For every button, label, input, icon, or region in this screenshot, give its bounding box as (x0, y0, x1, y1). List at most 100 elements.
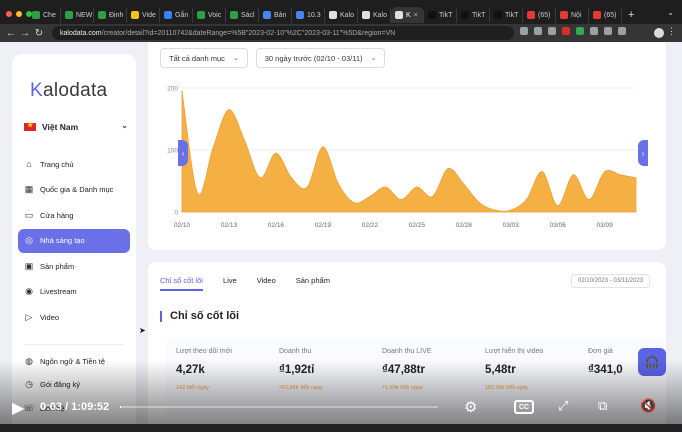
store-icon: ▦ (24, 184, 34, 194)
browser-tab[interactable]: K × (391, 7, 424, 23)
x-tick-label: 02/25 (409, 222, 426, 229)
browser-tab[interactable]: TikT (424, 7, 457, 23)
browser-tab[interactable]: Che (28, 7, 61, 23)
browser-toolbar: ← → ↻ kalodata.com/creator/detail?id=201… (0, 24, 682, 42)
browser-tab-label: Sácl (241, 11, 255, 19)
tab-favicon-icon (494, 11, 502, 19)
browser-tab-label: Bản (274, 11, 287, 19)
sidebar-item-label: Livestream (40, 287, 77, 296)
mute-volume-icon[interactable]: 🔇 (640, 398, 656, 414)
extension-red-icon[interactable] (562, 27, 570, 35)
data-point (228, 109, 230, 111)
captions-icon[interactable]: CC (514, 400, 534, 414)
sidebar-item[interactable]: ◎ Nhà sáng tạo (18, 228, 130, 253)
browser-tab-label: Che (43, 11, 56, 19)
sidebar-item-label: Nhà sáng tạo (40, 236, 85, 245)
browser-tab-label: Vide (142, 11, 156, 19)
browser-tab[interactable]: Định (94, 7, 127, 23)
x-tick-label: 02/10 (174, 222, 191, 229)
metrics-date-range[interactable]: 02/10/2023 - 03/11/2023 (571, 274, 650, 288)
browser-tab[interactable]: Nội (556, 7, 589, 23)
metrics-tab[interactable]: Chỉ số cốt lõi (160, 276, 203, 291)
shop-icon: ▭ (24, 209, 34, 220)
kalodata-logo[interactable]: Kalodata (30, 80, 107, 102)
data-point (557, 205, 559, 207)
date-range-dropdown[interactable]: 30 ngày trước (02/10 - 03/11) ⌄ (255, 48, 386, 68)
metrics-tab[interactable]: Live (223, 276, 237, 291)
tab-favicon-icon (263, 11, 271, 19)
close-tab-icon[interactable]: × (414, 12, 418, 19)
browser-tab[interactable]: Vide (127, 7, 160, 23)
x-tick-label: 02/22 (362, 222, 379, 229)
sidebar-divider (24, 344, 124, 345)
sidebar-item-label: Cửa hàng (40, 210, 74, 220)
extensions-puzzle-icon[interactable] (590, 27, 598, 35)
browser-tab[interactable]: Voic (193, 7, 226, 23)
metrics-tab[interactable]: Sản phẩm (296, 276, 330, 291)
fullscreen-expand-icon[interactable]: ⤢ (558, 398, 568, 414)
section-title: Chỉ số cốt lõi (160, 310, 239, 322)
play-icon[interactable]: ▶ (12, 398, 24, 418)
browser-tab-label: TikT (439, 11, 453, 19)
trend-chart-card: Tất cả danh mục ⌄ 30 ngày trước (02/10 -… (148, 42, 666, 250)
browser-tab-label: (65) (604, 11, 617, 19)
browser-tab[interactable]: Sácl (226, 7, 259, 23)
video-icon: ▷ (25, 311, 33, 322)
sidebar-item[interactable]: ▭ Cửa hàng (18, 203, 130, 227)
browser-tab-label: Định (109, 11, 124, 19)
bookmark-star-icon[interactable] (548, 27, 556, 35)
browser-tab[interactable]: TikT (457, 7, 490, 23)
metric-label: Lượt hiển thị video (485, 348, 544, 355)
reading-list-icon[interactable] (604, 27, 612, 35)
sidebar-item[interactable]: ▣ Sản phẩm (18, 254, 130, 278)
browser-tab[interactable]: 10.3 (292, 7, 325, 23)
side-panel-icon[interactable] (618, 27, 626, 35)
new-tab-icon[interactable]: + (628, 9, 634, 21)
data-point (322, 146, 324, 148)
data-point (369, 195, 371, 198)
browser-menu-icon[interactable]: ⋮ (667, 26, 676, 37)
data-point (604, 171, 606, 173)
browser-tab[interactable]: Kalo (358, 7, 391, 23)
data-point (525, 199, 528, 201)
browser-tab-label: Kalo (340, 11, 355, 19)
section-title-text: Chỉ số cốt lõi (170, 310, 240, 322)
address-bar[interactable]: kalodata.com/creator/detail?id=20110742&… (52, 26, 514, 40)
sidebar-item-label: Video (40, 312, 60, 322)
browser-tab[interactable]: Kalo (325, 7, 358, 23)
browser-tab[interactable]: (65) (589, 7, 622, 23)
data-point (463, 183, 465, 185)
chevron-down-icon: ⌄ (232, 55, 239, 62)
browser-tab-label: (65) (538, 11, 551, 19)
player-progress-bar[interactable] (120, 406, 438, 408)
search-icon[interactable] (520, 27, 528, 35)
browser-tab[interactable]: (65) (523, 7, 556, 23)
metrics-tabs: Chỉ số cốt lõi Live Video Sản phẩm (160, 276, 330, 291)
sidebar-item[interactable]: ▦ Quốc gia & Danh mục (18, 178, 130, 202)
forward-icon[interactable]: → (18, 28, 32, 39)
tab-list-chevron-icon[interactable]: ⌄ (667, 8, 674, 17)
share-icon[interactable] (534, 27, 542, 35)
metrics-tab[interactable]: Video (257, 276, 276, 291)
category-dropdown[interactable]: Tất cả danh mục ⌄ (160, 48, 248, 68)
chart-next-arrow-icon[interactable]: › (638, 140, 648, 166)
settings-gear-icon[interactable]: ⚙ (464, 398, 477, 416)
chart-prev-arrow-icon[interactable]: ‹ (178, 140, 188, 166)
country-selector[interactable]: Việt Nam ⌄ (24, 120, 128, 134)
extension-green-icon[interactable] (576, 27, 584, 35)
browser-tab[interactable]: TikT (490, 7, 523, 23)
reload-icon[interactable]: ↻ (32, 28, 46, 39)
data-point (353, 202, 355, 204)
browser-tab[interactable]: Gắn (160, 7, 193, 23)
sidebar-item[interactable]: ◉ Livestream (18, 280, 130, 304)
back-icon[interactable]: ← (4, 28, 18, 39)
tab-favicon-icon (131, 11, 139, 19)
sidebar-item[interactable]: ⌂ Trang chủ (18, 152, 130, 176)
metric-label: Doanh thu LIVE (382, 348, 432, 355)
picture-in-picture-icon[interactable]: ⧉ (598, 398, 607, 414)
sidebar-item[interactable]: ▷ Video (18, 305, 130, 329)
mouse-pointer-icon: ➤ (139, 326, 146, 335)
browser-tab[interactable]: NEW (61, 7, 94, 23)
browser-tab[interactable]: Bản (259, 7, 292, 23)
profile-avatar[interactable] (654, 28, 664, 38)
